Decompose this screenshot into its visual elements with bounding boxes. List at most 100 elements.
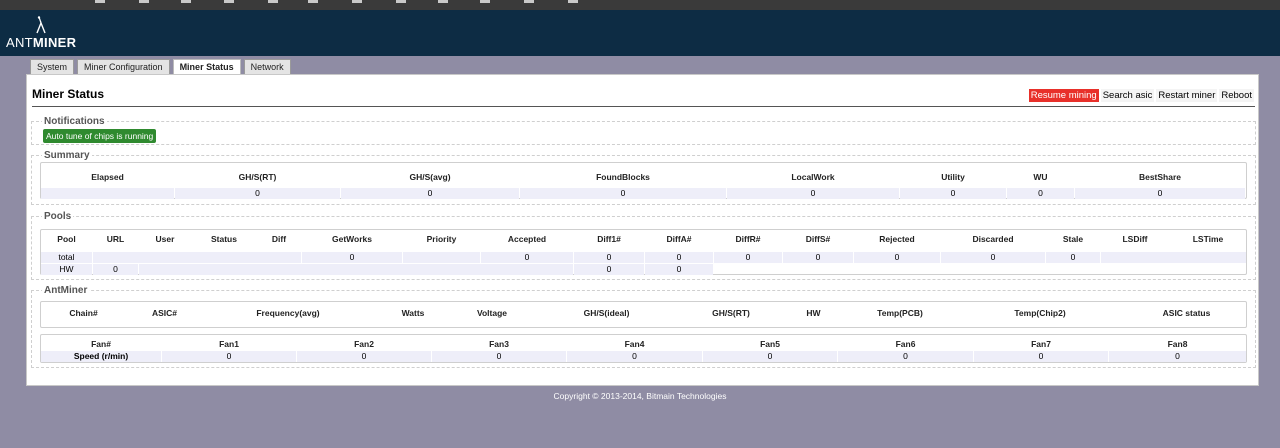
fan1-speed: 0 (162, 351, 296, 362)
fan2-speed: 0 (297, 351, 431, 362)
summary-col-wu: WU (1033, 172, 1048, 182)
summary-legend: Summary (42, 150, 92, 161)
summary-col-elapsed: Elapsed (91, 172, 124, 182)
pools-table: Pool URL User Status Diff GetWorks Prior… (40, 229, 1247, 275)
chain-col-asic-status: ASIC status (1162, 308, 1211, 318)
pools-col-priority: Priority (426, 234, 457, 244)
pools-total-row: total 0 0 0 0 0 0 0 0 0 (41, 252, 1246, 263)
tab-network[interactable]: Network (243, 59, 291, 75)
summary-val-localwork: 0 (727, 188, 899, 199)
pools-total-getworks: 0 (302, 252, 402, 263)
bookmark-tick (308, 0, 318, 3)
pools-col-diffr: DiffR# (735, 234, 761, 244)
pools-col-diffs: DiffS# (805, 234, 831, 244)
pools-total-ls-blank (1101, 252, 1246, 263)
browser-bookmark-strip (0, 0, 1280, 10)
pools-total-stale: 0 (1046, 252, 1100, 263)
pools-col-diffa: DiffA# (666, 234, 692, 244)
summary-val-foundblocks: 0 (520, 188, 726, 199)
bookmark-tick (396, 0, 406, 3)
brand-prefix: ANT (6, 35, 33, 50)
summary-table: Elapsed GH/S(RT) GH/S(avg) FoundBlocks L… (40, 162, 1247, 199)
pools-total-diff1: 0 (574, 252, 644, 263)
notifications-legend: Notifications (42, 116, 107, 127)
chain-col-ghs-rt: GH/S(RT) (712, 308, 750, 318)
pools-header-row: Pool URL User Status Diff GetWorks Prior… (41, 234, 1246, 245)
footer-copyright: Copyright © 2013-2014, Bitmain Technolog… (553, 391, 727, 401)
pools-col-diff: Diff (271, 234, 287, 244)
chain-col-frequency: Frequency(avg) (256, 308, 320, 318)
pools-total-diffa: 0 (645, 252, 713, 263)
summary-col-foundblocks: FoundBlocks (596, 172, 650, 182)
summary-col-utility: Utility (941, 172, 965, 182)
pools-col-diff1: Diff1# (597, 234, 621, 244)
brand-suffix: MINER (32, 35, 77, 50)
chain-col-temp-chip2: Temp(Chip2) (1014, 308, 1066, 318)
chain-col-ghs-ideal: GH/S(ideal) (583, 308, 630, 318)
summary-header-row: Elapsed GH/S(RT) GH/S(avg) FoundBlocks L… (41, 172, 1246, 183)
tab-system[interactable]: System (30, 59, 75, 75)
bookmark-tick (268, 0, 278, 3)
pools-hw-diffa: 0 (645, 264, 713, 275)
summary-val-wu: 0 (1007, 188, 1074, 199)
pools-hw-row: HW 0 0 0 (41, 264, 1246, 275)
pools-hw-diff1: 0 (574, 264, 644, 275)
pools-col-status: Status (211, 234, 237, 244)
fan-speed-label: Speed (r/min) (41, 351, 161, 362)
pools-total-priority (403, 252, 480, 263)
fan5-speed: 0 (703, 351, 837, 362)
bookmark-tick (352, 0, 362, 3)
chain-col-asic: ASIC# (151, 308, 178, 318)
pools-hw-blank (139, 264, 573, 275)
summary-val-ghs-rt: 0 (175, 188, 340, 199)
bookmark-tick (95, 0, 105, 3)
pools-total-accepted: 0 (481, 252, 573, 263)
bookmark-tick (224, 0, 234, 3)
reboot-button[interactable]: Reboot (1219, 89, 1254, 102)
summary-val-utility: 0 (900, 188, 1006, 199)
bookmark-tick (568, 0, 578, 3)
pools-col-pool: Pool (57, 234, 76, 244)
tab-miner-configuration[interactable]: Miner Configuration (77, 59, 170, 75)
fan4-speed: 0 (567, 351, 702, 362)
pools-col-url: URL (106, 234, 125, 244)
fan-col-fan3: Fan3 (489, 339, 509, 349)
pools-total-blank (93, 252, 301, 263)
antminer-logo-icon (36, 16, 46, 34)
notifications-fieldset: Notifications Auto tune of chips is runn… (31, 116, 1256, 145)
pools-legend: Pools (42, 211, 74, 222)
fan-col-fan8: Fan8 (1167, 339, 1188, 349)
pools-hw-value: 0 (93, 264, 138, 275)
summary-val-elapsed (41, 188, 174, 199)
pools-col-accepted: Accepted (507, 234, 547, 244)
pools-total-discarded: 0 (941, 252, 1045, 263)
pools-col-discarded: Discarded (972, 234, 1014, 244)
fan-col-fan4: Fan4 (624, 339, 645, 349)
fan6-speed: 0 (838, 351, 973, 362)
fan-col-fan5: Fan5 (760, 339, 780, 349)
nav-tabs: System Miner Configuration Miner Status … (30, 59, 291, 76)
chain-col-voltage: Voltage (476, 308, 508, 318)
pools-col-getworks: GetWorks (332, 234, 372, 244)
page-title: Miner Status (32, 87, 105, 101)
fan-col-label: Fan# (91, 339, 111, 349)
brand-logo[interactable]: ANTMINER (6, 35, 76, 50)
summary-val-bestshare: 0 (1075, 188, 1245, 199)
pools-col-lstime: LSTime (1192, 234, 1224, 244)
antminer-legend: AntMiner (42, 285, 90, 296)
action-toolbar: Resume mining Search asic Restart miner … (1028, 89, 1254, 102)
fan3-speed: 0 (432, 351, 566, 362)
pools-hw-label: HW (41, 264, 92, 275)
restart-miner-button[interactable]: Restart miner (1156, 89, 1218, 102)
summary-data-row: 0 0 0 0 0 0 0 (41, 188, 1246, 199)
pools-total-rejected: 0 (854, 252, 940, 263)
chain-col-chain: Chain# (69, 308, 98, 318)
search-asic-button[interactable]: Search asic (1100, 89, 1155, 102)
summary-fieldset: Summary Elapsed GH/S(RT) GH/S(avg) Found… (31, 150, 1256, 205)
fan-header-row: Fan# Fan1 Fan2 Fan3 Fan4 Fan5 Fan6 Fan7 … (41, 339, 1246, 350)
bookmark-tick (438, 0, 448, 3)
resume-mining-button[interactable]: Resume mining (1028, 89, 1099, 102)
summary-col-ghs-rt: GH/S(RT) (238, 172, 277, 182)
bookmark-tick (524, 0, 534, 3)
fan-table: Fan# Fan1 Fan2 Fan3 Fan4 Fan5 Fan6 Fan7 … (40, 334, 1247, 363)
